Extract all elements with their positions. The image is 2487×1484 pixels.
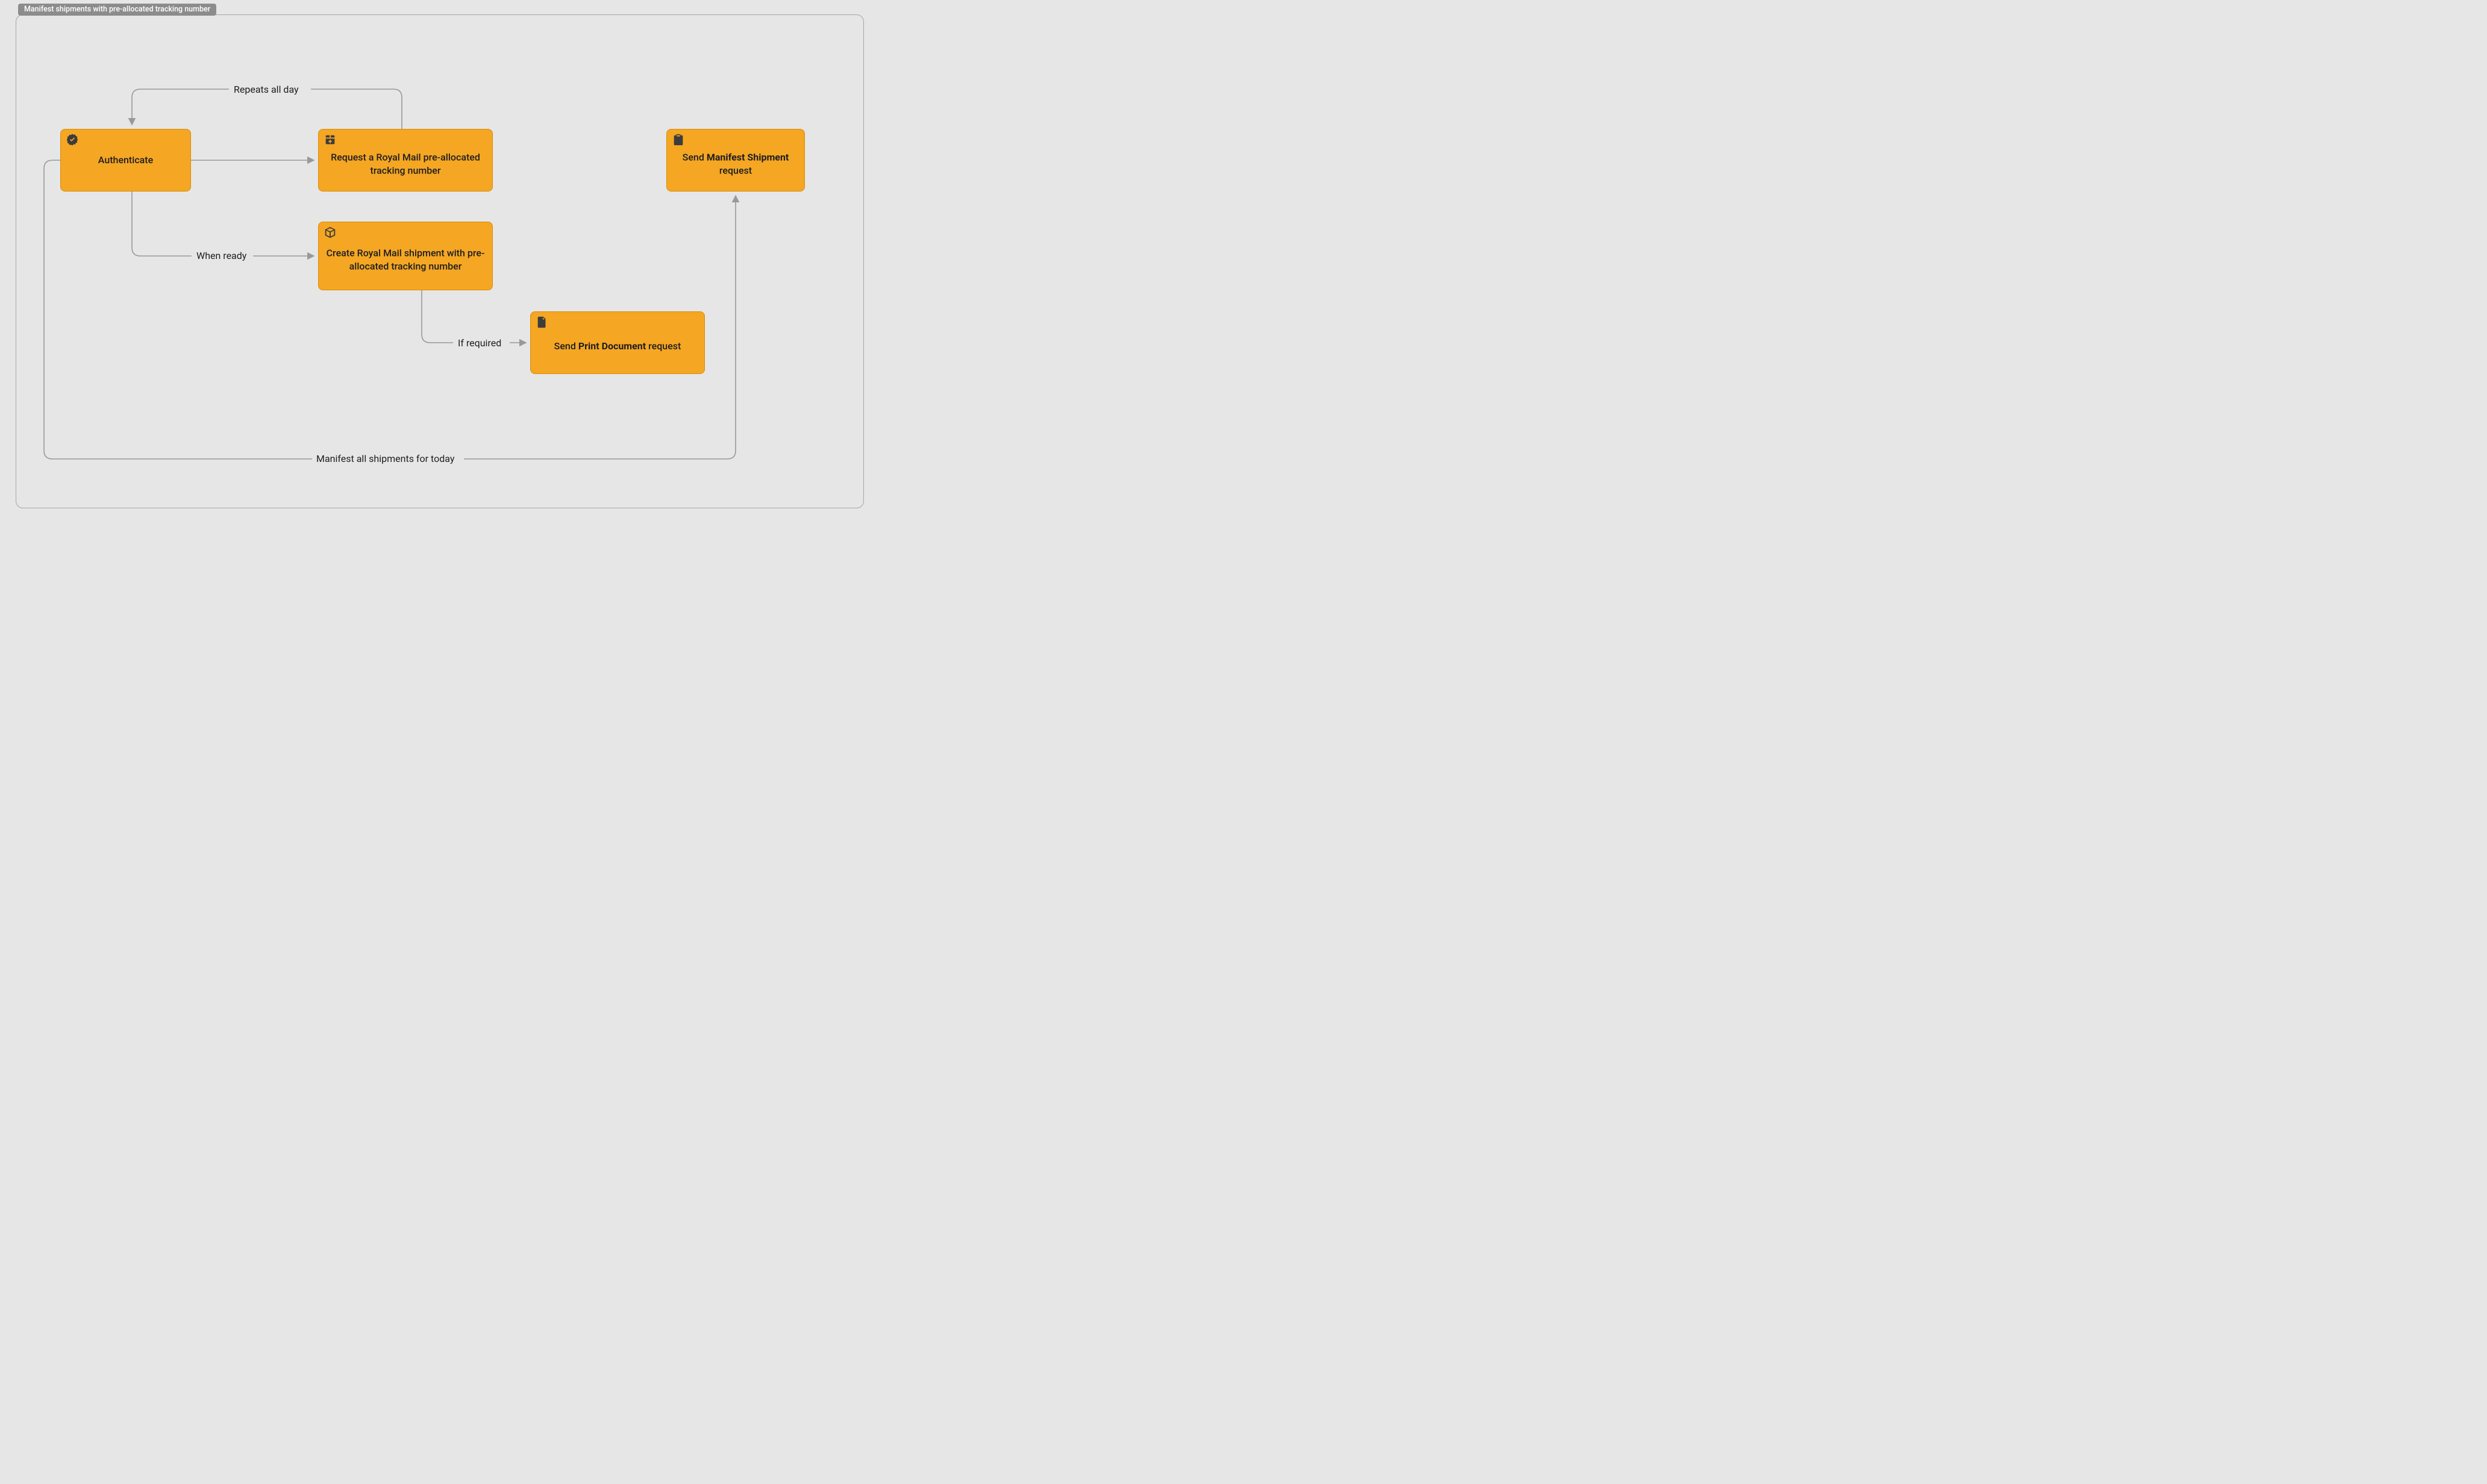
- box-icon: [324, 226, 337, 239]
- node-create-shipment: Create Royal Mail shipment with pre-allo…: [318, 222, 493, 290]
- document-icon: [536, 316, 549, 329]
- node-label: Send Print Document request: [537, 340, 698, 353]
- node-label: Request a Royal Mail pre-allocated track…: [325, 151, 486, 176]
- node-authenticate: Authenticate: [60, 129, 191, 192]
- edge-label-manifest-all: Manifest all shipments for today: [316, 453, 454, 464]
- node-print-document: Send Print Document request: [530, 311, 705, 374]
- clipboard-icon: [672, 133, 685, 146]
- diagram-canvas: Manifest shipments with pre-allocated tr…: [0, 0, 880, 524]
- package-add-icon: [324, 133, 337, 146]
- node-manifest-shipment: Send Manifest Shipment request: [666, 129, 805, 192]
- edge-label-if-required: If required: [458, 337, 501, 349]
- edge-label-when-ready: When ready: [196, 250, 246, 261]
- node-label: Create Royal Mail shipment with pre-allo…: [325, 246, 486, 272]
- node-label: Authenticate: [67, 154, 184, 167]
- verified-badge-icon: [66, 133, 79, 146]
- diagram-title: Manifest shipments with pre-allocated tr…: [18, 4, 216, 16]
- node-request-tracking: Request a Royal Mail pre-allocated track…: [318, 129, 493, 192]
- node-label: Send Manifest Shipment request: [673, 151, 798, 176]
- edge-label-repeats: Repeats all day: [234, 84, 299, 95]
